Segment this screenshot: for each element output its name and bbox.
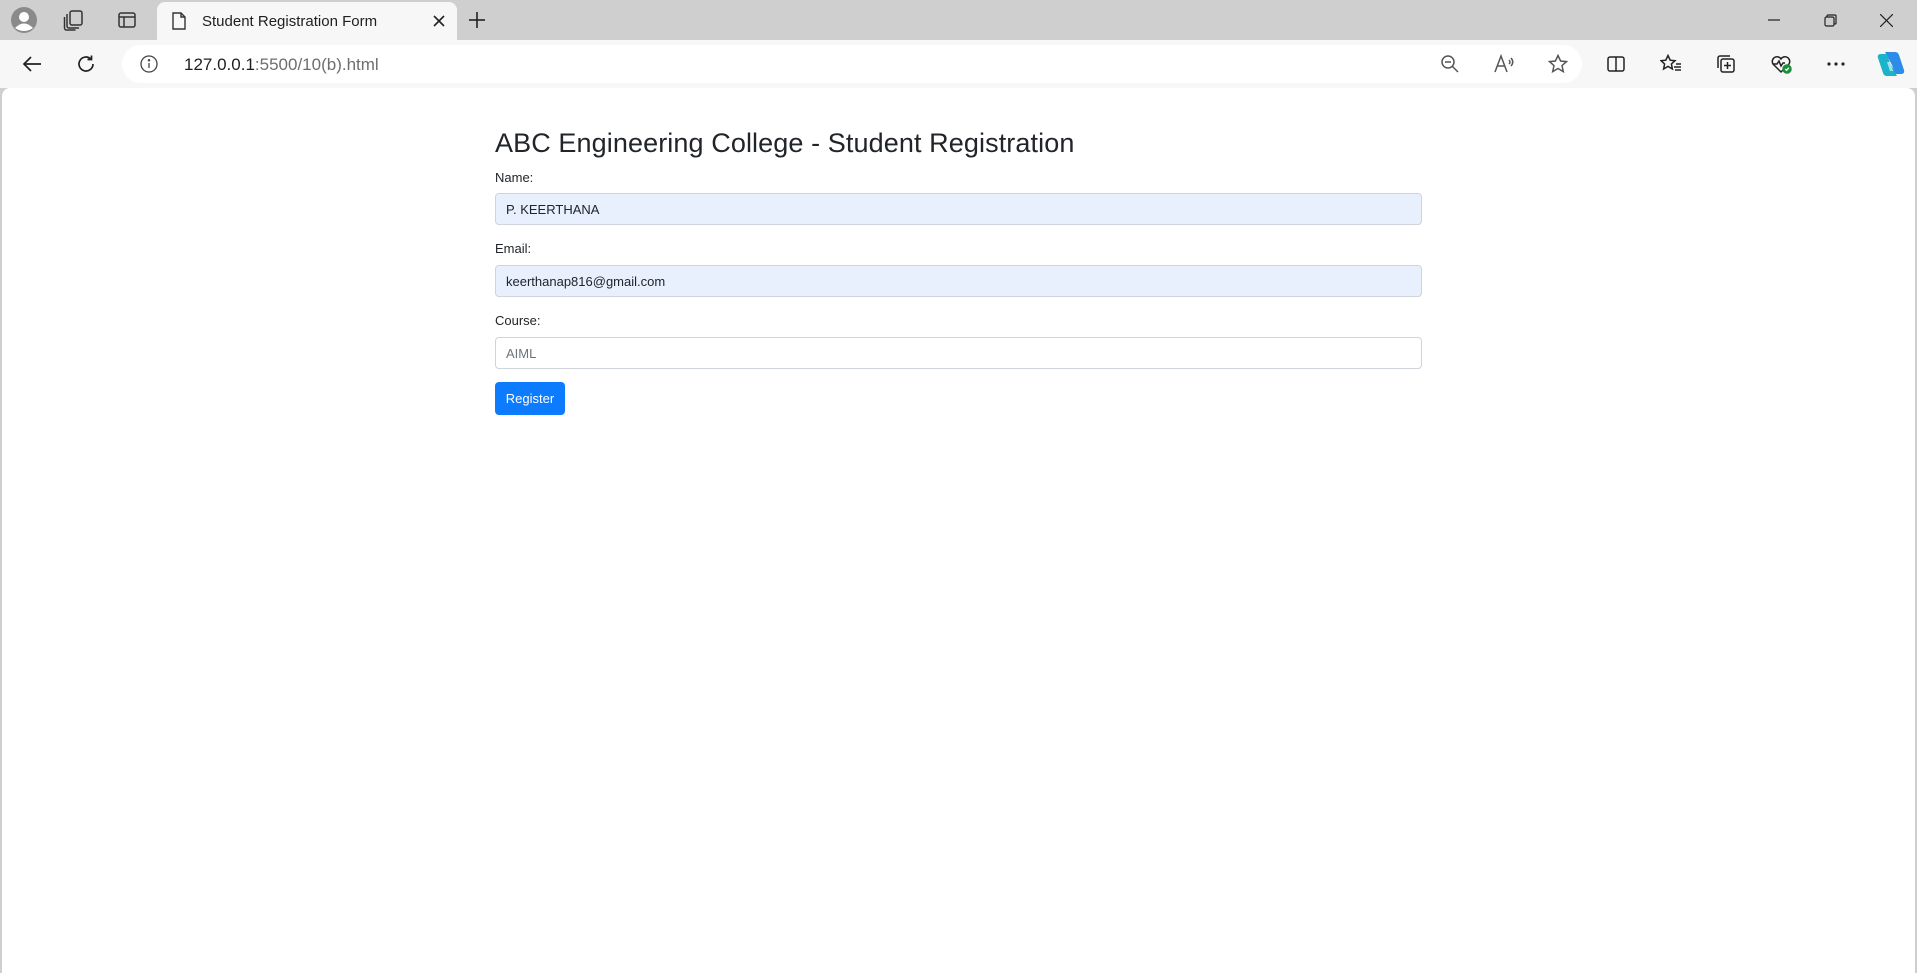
favorites-icon xyxy=(1660,54,1681,71)
profile-button[interactable] xyxy=(5,3,43,37)
tab-title: Student Registration Form xyxy=(202,13,378,30)
page-icon xyxy=(172,12,186,30)
tab-close-button[interactable] xyxy=(427,9,451,33)
back-arrow-icon xyxy=(22,56,41,72)
reload-button[interactable] xyxy=(68,47,104,81)
zoom-out-button[interactable] xyxy=(1434,49,1466,79)
zoom-out-icon xyxy=(1441,55,1459,73)
new-tab-button[interactable] xyxy=(458,3,496,37)
info-icon[interactable] xyxy=(140,55,158,73)
url-host: 127.0.0.1 xyxy=(184,55,255,74)
page-viewport: ABC Engineering College - Student Regist… xyxy=(2,88,1915,973)
tab-strip: Student Registration Form xyxy=(0,0,1917,40)
workspaces-button[interactable] xyxy=(55,3,93,37)
copilot-icon xyxy=(1877,52,1905,76)
more-icon xyxy=(1827,62,1845,66)
more-button[interactable] xyxy=(1818,47,1854,81)
star-icon xyxy=(1548,54,1568,74)
workspaces-icon xyxy=(63,10,83,31)
performance-button[interactable] xyxy=(1763,47,1799,81)
collections-icon xyxy=(1717,55,1735,73)
window-close-icon xyxy=(1879,13,1893,27)
register-button[interactable]: Register xyxy=(495,382,565,415)
collections-button[interactable] xyxy=(1708,47,1744,81)
reload-icon xyxy=(78,55,94,72)
restore-icon xyxy=(1823,13,1837,27)
add-favorite-button[interactable] xyxy=(1542,49,1574,79)
split-screen-button[interactable] xyxy=(1598,47,1634,81)
vertical-tabs-button[interactable] xyxy=(108,3,146,37)
address-bar[interactable]: 127.0.0.1:5500/10(b).html xyxy=(122,45,1582,83)
split-screen-icon xyxy=(1607,56,1625,72)
copilot-button[interactable] xyxy=(1873,47,1909,81)
browser-toolbar: 127.0.0.1:5500/10(b).html xyxy=(0,40,1917,88)
page-title: ABC Engineering College - Student Regist… xyxy=(495,128,1075,158)
email-input[interactable] xyxy=(495,265,1422,297)
read-aloud-icon xyxy=(1494,54,1514,73)
vertical-tabs-icon xyxy=(118,12,136,28)
minimize-button[interactable] xyxy=(1746,0,1802,40)
restore-button[interactable] xyxy=(1802,0,1858,40)
name-label: Name: xyxy=(495,170,534,185)
back-button[interactable] xyxy=(14,47,50,81)
tab-student-registration[interactable]: Student Registration Form xyxy=(157,2,457,40)
url-text[interactable]: 127.0.0.1:5500/10(b).html xyxy=(184,55,379,75)
read-aloud-button[interactable] xyxy=(1488,49,1520,79)
url-path: :5500/10(b).html xyxy=(254,55,379,74)
close-icon xyxy=(433,15,445,27)
window-close-button[interactable] xyxy=(1858,0,1914,40)
course-input[interactable] xyxy=(495,337,1422,369)
favorites-button[interactable] xyxy=(1653,47,1689,81)
email-label: Email: xyxy=(495,241,532,256)
course-label: Course: xyxy=(495,313,541,328)
performance-icon xyxy=(1771,56,1792,74)
name-input[interactable] xyxy=(495,193,1422,225)
minimize-icon xyxy=(1768,19,1780,21)
plus-icon xyxy=(469,12,485,28)
profile-icon xyxy=(11,7,37,33)
